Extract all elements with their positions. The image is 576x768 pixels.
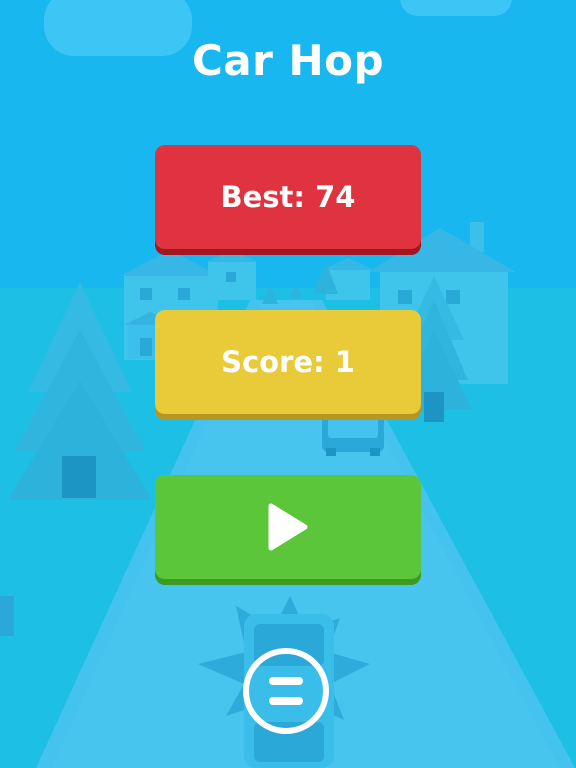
current-score-button[interactable]: Score: 1 [155,310,421,414]
menu-icon [269,677,303,685]
game-screen: Car Hop Best: 74 Score: 1 [0,0,576,768]
play-icon [268,503,308,551]
cloud-right [400,0,512,16]
best-score-button[interactable]: Best: 74 [155,145,421,249]
current-score-label: Score: 1 [221,345,355,379]
best-score-label: Best: 74 [220,180,356,214]
game-title: Car Hop [191,36,385,85]
menu-icon-bar [269,697,303,705]
play-button[interactable] [155,475,421,579]
menu-button[interactable] [243,648,329,734]
